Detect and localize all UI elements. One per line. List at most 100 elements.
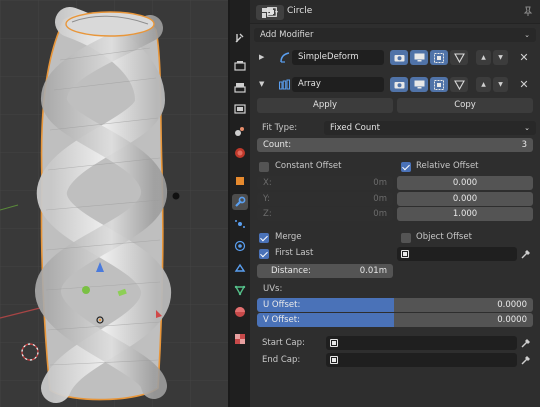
modifier-wrench-icon[interactable] xyxy=(232,194,248,210)
y-axis-gizmo xyxy=(82,286,90,294)
object-data-icon[interactable] xyxy=(232,282,248,298)
z-value: 0m xyxy=(373,209,387,219)
fit-type-dropdown[interactable]: Fixed Count ⌄ xyxy=(324,121,536,135)
object-icon xyxy=(330,339,338,347)
particles-icon[interactable] xyxy=(232,216,248,232)
end-cap-field[interactable] xyxy=(326,353,517,367)
view-layer-icon[interactable] xyxy=(232,101,248,117)
move-down-button[interactable]: ▼ xyxy=(493,77,508,92)
on-cage-toggle[interactable] xyxy=(450,50,468,65)
collapse-arrow-icon[interactable]: ▶ xyxy=(259,53,264,61)
start-cap-field[interactable] xyxy=(326,336,517,350)
fit-type-value: Fixed Count xyxy=(330,123,380,133)
render-icon[interactable] xyxy=(232,58,248,74)
chevron-down-icon: ⌄ xyxy=(524,31,530,39)
count-label: Count: xyxy=(263,140,292,150)
x-label: X: xyxy=(263,178,272,188)
modifier-name-field[interactable]: Array xyxy=(292,77,384,92)
constant-offset-y-field[interactable]: Y: 0m xyxy=(257,192,393,206)
expand-arrow-icon[interactable]: ▼ xyxy=(259,80,264,88)
end-cap-label: End Cap: xyxy=(262,355,301,365)
cage-triangle-icon xyxy=(453,52,465,63)
monitor-icon xyxy=(414,80,424,89)
start-cap-label: Start Cap: xyxy=(262,338,305,348)
merge-checkbox[interactable] xyxy=(259,233,269,243)
cage-triangle-icon xyxy=(453,79,465,90)
first-last-checkbox[interactable] xyxy=(259,249,269,259)
object-icon xyxy=(401,250,409,258)
constant-offset-x-field[interactable]: X: 0m xyxy=(257,176,393,190)
camera-icon xyxy=(394,82,404,89)
edit-mode-toggle[interactable] xyxy=(390,77,408,92)
array-modifier-icon xyxy=(279,79,290,90)
copy-button[interactable]: Copy xyxy=(397,98,533,113)
modifier-header-array[interactable]: ▼ Array ▲ ▼ ✕ xyxy=(254,76,536,93)
modifier-header-simpledeform[interactable]: ▶ SimpleDeform ▲ ▼ ✕ xyxy=(254,49,536,66)
chevron-down-icon: ⌄ xyxy=(524,124,530,132)
object-offset-label: Object Offset xyxy=(416,232,472,242)
object-icon[interactable] xyxy=(232,173,248,189)
constant-offset-checkbox[interactable] xyxy=(259,162,269,172)
move-down-button[interactable]: ▼ xyxy=(493,50,508,65)
twisted-mesh-object xyxy=(35,7,171,403)
u-offset-label: U Offset: xyxy=(263,300,301,310)
move-up-button[interactable]: ▲ xyxy=(476,50,491,65)
uvs-label: UVs: xyxy=(263,284,283,294)
y-label: Y: xyxy=(263,194,270,204)
monitor-icon xyxy=(414,53,424,62)
relative-offset-y-field[interactable]: 0.000 xyxy=(397,192,533,206)
world-icon[interactable] xyxy=(232,145,248,161)
distance-value: 0.01m xyxy=(359,266,387,276)
constraints-icon[interactable] xyxy=(232,260,248,276)
mesh-object-icon xyxy=(267,7,277,17)
z-label: Z: xyxy=(263,209,272,219)
light-point xyxy=(172,192,180,200)
object-icon xyxy=(330,356,338,364)
viewport-display-toggle[interactable] xyxy=(410,50,428,65)
count-value: 3 xyxy=(521,140,527,150)
physics-icon[interactable] xyxy=(232,238,248,254)
camera-icon xyxy=(394,55,404,62)
eyedropper-icon[interactable] xyxy=(521,338,531,348)
eyedropper-icon[interactable] xyxy=(521,249,531,259)
object-name: Circle xyxy=(287,6,313,16)
first-last-label: First Last xyxy=(275,248,314,258)
count-field[interactable]: Count: 3 xyxy=(257,138,533,152)
pin-icon[interactable] xyxy=(523,6,533,17)
3d-viewport[interactable] xyxy=(0,0,228,407)
remove-modifier-button[interactable]: ✕ xyxy=(518,50,530,65)
u-offset-slider[interactable]: U Offset: 0.0000 xyxy=(257,298,533,312)
distance-label: Distance: xyxy=(271,266,312,276)
tool-settings-icon[interactable] xyxy=(232,30,248,46)
offset-object-field[interactable] xyxy=(397,247,517,261)
v-offset-value: 0.0000 xyxy=(497,315,527,325)
merge-distance-field[interactable]: Distance: 0.01m xyxy=(257,264,393,278)
v-offset-slider[interactable]: V Offset: 0.0000 xyxy=(257,313,533,327)
output-icon[interactable] xyxy=(232,80,248,96)
render-camera-icon xyxy=(434,52,444,63)
object-offset-checkbox[interactable] xyxy=(401,233,411,243)
apply-button[interactable]: Apply xyxy=(257,98,393,113)
material-icon[interactable] xyxy=(232,304,248,320)
modifier-name-field[interactable]: SimpleDeform xyxy=(292,50,384,65)
remove-modifier-button[interactable]: ✕ xyxy=(518,77,530,92)
constant-offset-label: Constant Offset xyxy=(275,161,342,171)
add-modifier-label: Add Modifier xyxy=(260,30,314,40)
relative-offset-x-field[interactable]: 0.000 xyxy=(397,176,533,190)
relative-offset-checkbox[interactable] xyxy=(401,162,411,172)
eyedropper-icon[interactable] xyxy=(521,355,531,365)
properties-tab-column xyxy=(230,0,250,407)
add-modifier-dropdown[interactable]: Add Modifier ⌄ xyxy=(254,28,536,42)
viewport-display-toggle[interactable] xyxy=(410,77,428,92)
relative-offset-z-field[interactable]: 1.000 xyxy=(397,207,533,221)
render-toggle[interactable] xyxy=(430,77,448,92)
constant-offset-z-field[interactable]: Z: 0m xyxy=(257,207,393,221)
v-offset-label: V Offset: xyxy=(263,315,300,325)
scene-icon[interactable] xyxy=(232,123,248,139)
render-toggle[interactable] xyxy=(430,50,448,65)
fit-type-label: Fit Type: xyxy=(262,123,298,133)
on-cage-toggle[interactable] xyxy=(450,77,468,92)
texture-icon[interactable] xyxy=(232,331,248,347)
move-up-button[interactable]: ▲ xyxy=(476,77,491,92)
edit-mode-toggle[interactable] xyxy=(390,50,408,65)
